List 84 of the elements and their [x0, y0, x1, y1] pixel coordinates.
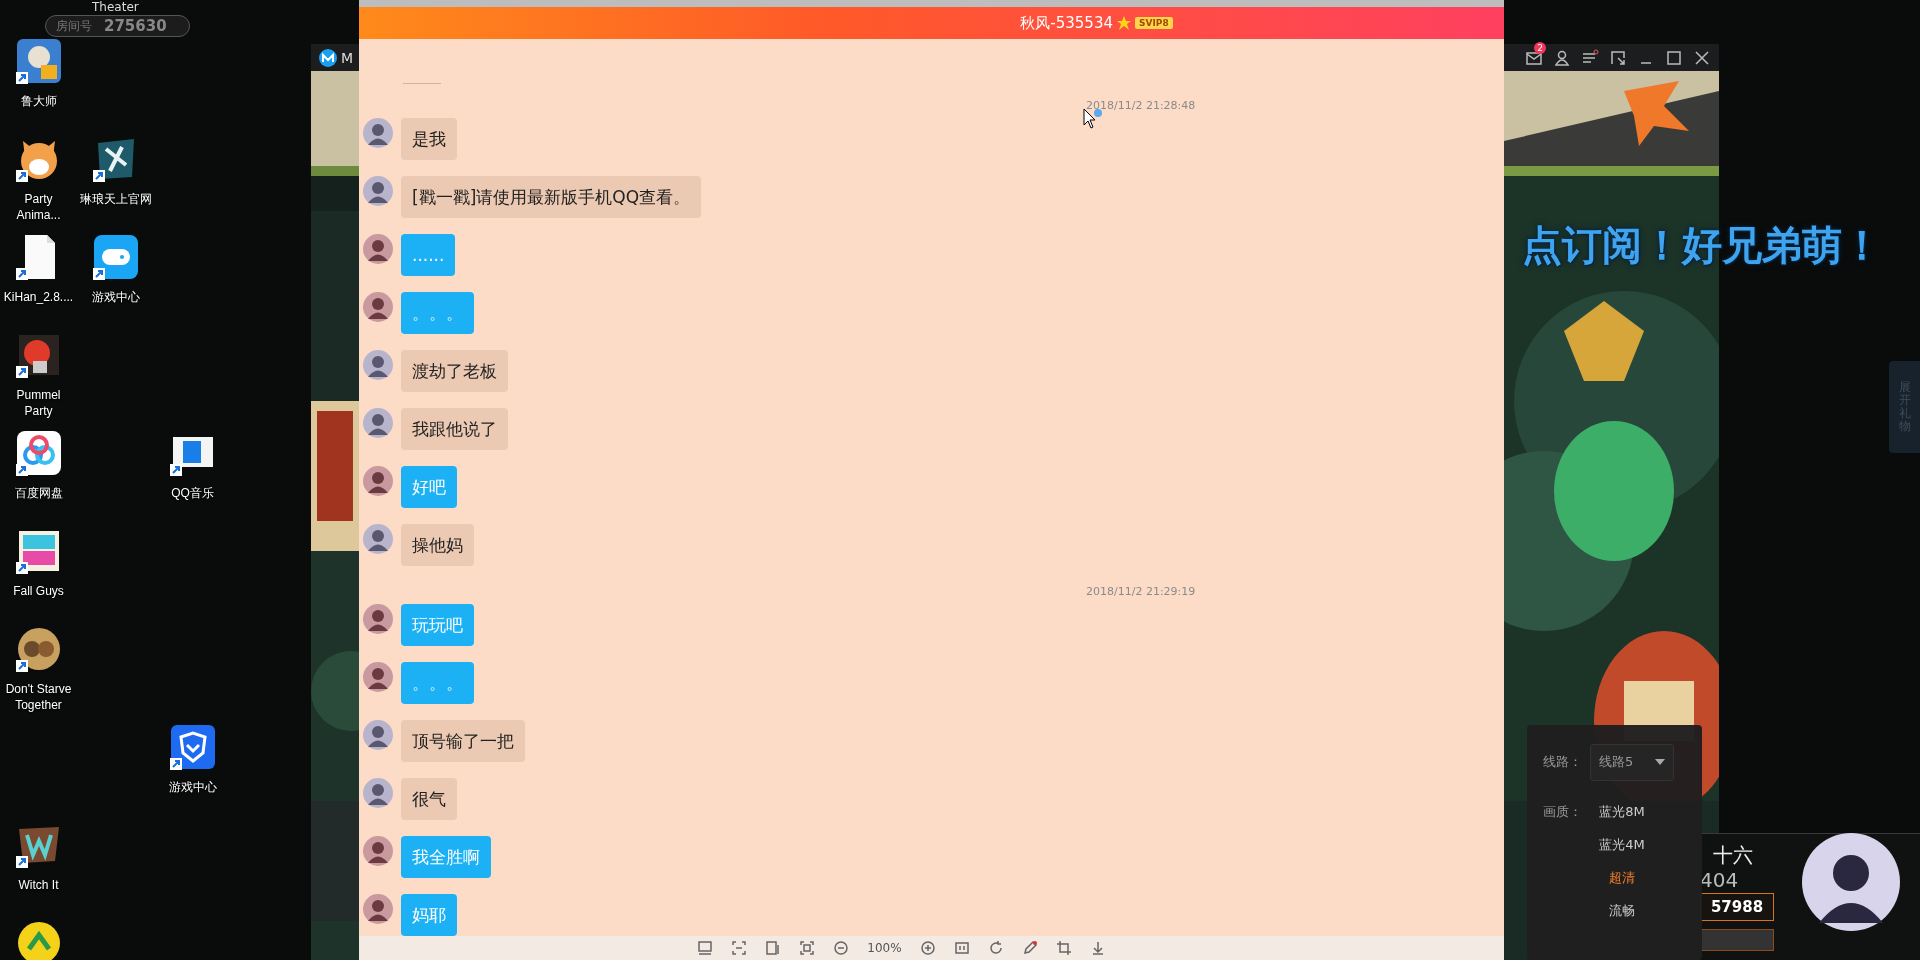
- message-bubble: [戳一戳]请使用最新版手机QQ查看。: [401, 176, 702, 218]
- screenshot-icon[interactable]: [1609, 48, 1627, 67]
- desktop-icon-label[interactable]: 琳琅天上官网: [79, 191, 152, 207]
- zoom-level: 100%: [867, 941, 902, 955]
- avatar[interactable]: [363, 836, 393, 866]
- avatar[interactable]: [363, 466, 393, 496]
- line-dropdown[interactable]: 线路5: [1590, 743, 1674, 781]
- message-bubble: 是我: [401, 118, 457, 160]
- quality-option[interactable]: 超清: [1590, 861, 1654, 894]
- quality-label: 画质：: [1543, 803, 1582, 821]
- message-bubble: 。。。: [401, 292, 474, 334]
- message-bubble: 玩玩吧: [401, 604, 474, 646]
- desktop-icon-label[interactable]: 百度网盘: [14, 485, 63, 501]
- app-icon[interactable]: [91, 233, 140, 281]
- document-icon[interactable]: [765, 940, 782, 956]
- app-icon[interactable]: [14, 37, 63, 85]
- zoom-out-icon[interactable]: [833, 940, 850, 956]
- room-number: 275630: [104, 17, 167, 35]
- app-icon[interactable]: [168, 723, 217, 771]
- avatar[interactable]: [363, 350, 393, 380]
- avatar[interactable]: [363, 524, 393, 554]
- app-logo-icon: [319, 48, 337, 67]
- desktop-icon-label[interactable]: 游戏中心: [91, 289, 140, 305]
- line-label: 线路：: [1543, 753, 1582, 771]
- caption-text: Theater: [92, 0, 139, 14]
- rotate-icon[interactable]: [987, 940, 1004, 956]
- streamer-name: 十六: [1713, 842, 1753, 869]
- avatar[interactable]: [363, 176, 393, 206]
- room-label: 房间号: [56, 17, 92, 35]
- chat-title: 秋风-535534: [1020, 13, 1113, 33]
- message-bubble: 妈耶: [401, 894, 457, 936]
- desktop-icon-label[interactable]: Party Anima...: [2, 191, 75, 223]
- app-title: M: [341, 49, 354, 66]
- message-bubble: 好吧: [401, 466, 457, 508]
- user-icon[interactable]: [1553, 48, 1571, 67]
- quality-option[interactable]: 蓝光4M: [1590, 828, 1654, 861]
- message-bubble: 很气: [401, 778, 457, 820]
- timestamp: 2018/11/2 21:29:19: [1085, 584, 1197, 600]
- message-bubble: 我全胜啊: [401, 836, 491, 878]
- message-bubble: 我跟他说了: [401, 408, 508, 450]
- desktop-icon-label[interactable]: 鲁大师: [20, 93, 57, 109]
- timestamp: 2018/11/2 21:28:48: [1085, 98, 1197, 114]
- caret-icon: [1655, 759, 1665, 765]
- crop-icon[interactable]: [1055, 940, 1072, 956]
- quality-option[interactable]: 流畅: [1590, 894, 1654, 927]
- desktop-icon-label[interactable]: Witch It: [18, 877, 59, 893]
- score-box: 57988: [1700, 893, 1774, 921]
- message-bubble: 。。。: [401, 662, 474, 704]
- message-bubble: 顶号输了一把: [401, 720, 525, 762]
- edit-icon[interactable]: [1021, 940, 1038, 956]
- avatar[interactable]: [363, 662, 393, 692]
- app-icon[interactable]: [14, 429, 63, 477]
- zoom-in-icon[interactable]: [919, 940, 936, 956]
- quality-option[interactable]: 蓝光8M: [1590, 795, 1654, 828]
- vip-badge: SVIP8: [1135, 17, 1173, 29]
- frame-icon[interactable]: [799, 940, 816, 956]
- avatar[interactable]: [363, 604, 393, 634]
- actual-size-icon[interactable]: [953, 940, 970, 956]
- streamer-number: 404: [1700, 868, 1739, 892]
- avatar[interactable]: [363, 778, 393, 808]
- avatar[interactable]: [363, 408, 393, 438]
- message-bubble: 操他妈: [401, 524, 474, 566]
- cursor-icon: [1083, 108, 1103, 130]
- app-icon[interactable]: [14, 625, 63, 673]
- desktop-icon-label[interactable]: KiHan_2.8....: [3, 289, 74, 305]
- avatar[interactable]: [363, 894, 393, 924]
- close-icon[interactable]: [1693, 48, 1711, 67]
- message-bubble: 渡劫了老板: [401, 350, 508, 392]
- avatar[interactable]: [363, 118, 393, 148]
- overlay-caption: 点订阅！好兄弟萌！: [1522, 221, 1882, 270]
- scan-icon[interactable]: [731, 940, 748, 956]
- message-bubble: ......: [401, 234, 456, 276]
- avatar[interactable]: [363, 292, 393, 322]
- avatar[interactable]: [363, 234, 393, 264]
- desktop-icon-label[interactable]: 游戏中心: [168, 779, 217, 795]
- desktop-icon-label[interactable]: QQ音乐: [171, 485, 214, 501]
- desktop-icon-label[interactable]: Pummel Party: [2, 387, 75, 419]
- avatar[interactable]: [363, 720, 393, 750]
- desktop-icon-label[interactable]: Fall Guys: [13, 583, 64, 599]
- desktop-icon-label[interactable]: Don't Starve Together: [2, 681, 75, 713]
- window-icon[interactable]: [697, 940, 714, 956]
- maximize-icon[interactable]: [1665, 48, 1683, 67]
- star-icon: [1117, 16, 1131, 30]
- notification-badge: 2: [1534, 41, 1546, 54]
